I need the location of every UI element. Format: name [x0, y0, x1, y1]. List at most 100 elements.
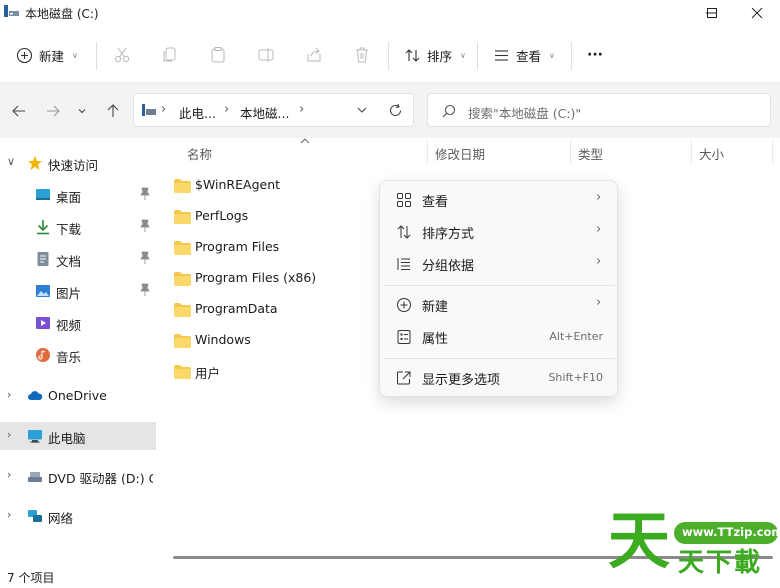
- menu-item-shortcut: Alt+Enter: [549, 330, 603, 343]
- column-header-name[interactable]: 名称: [187, 144, 212, 163]
- sort-label: 排序: [427, 48, 453, 64]
- plus-circle-icon: [397, 298, 411, 312]
- sidebar-item-label: OneDrive: [48, 388, 107, 403]
- pin-icon: [140, 283, 150, 296]
- chevron-right-icon: ›: [7, 388, 12, 401]
- refresh-button[interactable]: [388, 103, 404, 119]
- sidebar-item-desktop[interactable]: 桌面: [0, 181, 156, 209]
- view-button[interactable]: 查看 ∨: [493, 40, 555, 70]
- share-icon: [307, 47, 321, 62]
- cut-button[interactable]: [112, 45, 132, 65]
- sidebar-item-this-pc[interactable]: › 此电脑: [0, 422, 156, 450]
- dvd-icon: [28, 472, 42, 482]
- paste-button[interactable]: [208, 45, 228, 65]
- close-button[interactable]: [734, 0, 780, 26]
- up-button[interactable]: [102, 100, 124, 122]
- search-box[interactable]: 搜索"本地磁盘 (C:)": [427, 93, 771, 127]
- sidebar-item-pictures[interactable]: 图片: [0, 277, 156, 305]
- rename-button[interactable]: [256, 45, 276, 65]
- menu-item-group-by[interactable]: 分组依据 ›: [384, 249, 615, 279]
- music-icon: [36, 348, 50, 362]
- chevron-right-icon: ›: [224, 102, 230, 117]
- sidebar-item-downloads[interactable]: 下载: [0, 213, 156, 241]
- properties-icon: [397, 330, 411, 344]
- menu-item-properties[interactable]: 属性 Alt+Enter: [384, 322, 615, 352]
- arrow-up-icon: [107, 104, 119, 117]
- navigation-bar: › 此电... › 本地磁... › 搜索"本地磁盘 (C:)": [0, 82, 780, 138]
- breadcrumb-this-pc[interactable]: 此电...: [179, 103, 216, 122]
- sidebar-item-videos[interactable]: 视频: [0, 309, 156, 337]
- recent-locations-button[interactable]: [72, 100, 92, 122]
- sidebar-item-label: 桌面: [56, 190, 82, 205]
- column-divider[interactable]: [691, 140, 692, 164]
- menu-item-view[interactable]: 查看 ›: [384, 185, 615, 215]
- sidebar-item-documents[interactable]: 文档: [0, 245, 156, 273]
- sidebar-item-quick-access[interactable]: ∨ 快速访问: [0, 149, 156, 177]
- document-icon: [37, 252, 49, 266]
- file-name: $WinREAgent: [195, 177, 281, 192]
- more-options-icon: [397, 371, 411, 385]
- new-label: 新建: [39, 48, 65, 64]
- trash-icon: [356, 47, 368, 63]
- sidebar-item-label: 视频: [56, 318, 82, 333]
- share-button[interactable]: [304, 45, 324, 65]
- menu-item-show-more-options[interactable]: 显示更多选项 Shift+F10: [384, 363, 615, 393]
- menu-item-sort-by[interactable]: 排序方式 ›: [384, 217, 615, 247]
- more-button[interactable]: ···: [587, 40, 603, 70]
- chevron-right-icon: ›: [596, 295, 602, 310]
- address-bar[interactable]: › 此电... › 本地磁... ›: [133, 93, 414, 127]
- file-name: Program Files (x86): [195, 270, 317, 285]
- column-divider[interactable]: [772, 140, 773, 164]
- file-name: ProgramData: [195, 301, 278, 316]
- context-menu: 查看 › 排序方式 › 分组依据 › 新建 › 属性 Alt+Enter 显示更…: [379, 180, 618, 397]
- folder-icon: [174, 179, 191, 193]
- sidebar-item-network[interactable]: › 网络: [0, 502, 156, 530]
- chevron-right-icon: ›: [7, 468, 12, 481]
- maximize-button[interactable]: [689, 0, 735, 26]
- menu-item-label: 属性: [422, 332, 449, 347]
- delete-button[interactable]: [352, 45, 372, 65]
- sidebar-item-dvd-drive[interactable]: › DVD 驱动器 (D:) CP: [0, 462, 156, 490]
- toolbar-divider: [388, 42, 389, 70]
- column-header-type[interactable]: 类型: [578, 144, 603, 163]
- video-icon: [36, 317, 50, 329]
- address-dropdown-button[interactable]: [356, 104, 370, 118]
- menu-item-label: 新建: [422, 300, 449, 315]
- maximize-icon: [707, 8, 717, 18]
- forward-button[interactable]: [42, 100, 64, 122]
- download-icon: [37, 220, 49, 235]
- network-icon: [28, 510, 42, 522]
- watermark-url: www.TTzip.com: [682, 525, 780, 539]
- sidebar-item-label: DVD 驱动器 (D:) CP: [48, 471, 153, 486]
- new-button[interactable]: 新建 ∨: [16, 40, 78, 70]
- watermark-text: 天下載: [678, 548, 763, 578]
- more-icon: ···: [587, 47, 603, 63]
- menu-item-label: 排序方式: [422, 227, 475, 242]
- column-divider[interactable]: [427, 140, 428, 164]
- file-name: 用户: [195, 366, 221, 381]
- sort-button[interactable]: 排序 ∨: [404, 40, 466, 70]
- rename-icon: [258, 48, 274, 62]
- column-header-modified[interactable]: 修改日期: [435, 144, 485, 163]
- desktop-icon: [36, 189, 50, 200]
- sidebar-item-label: 网络: [48, 511, 74, 526]
- column-divider[interactable]: [570, 140, 571, 164]
- menu-item-new[interactable]: 新建 ›: [384, 290, 615, 320]
- column-header-size[interactable]: 大小: [699, 144, 724, 163]
- copy-button[interactable]: [160, 45, 180, 65]
- chevron-down-icon: ∨: [72, 50, 78, 60]
- breadcrumb-local-disk[interactable]: 本地磁...: [240, 103, 289, 122]
- sort-icon: [397, 225, 411, 239]
- back-button[interactable]: [8, 100, 30, 122]
- cloud-icon: [28, 391, 43, 400]
- file-name: Windows: [195, 332, 251, 347]
- chevron-right-icon: ›: [596, 254, 602, 269]
- sidebar-item-label: 快速访问: [48, 158, 99, 173]
- command-bar: 新建 ∨ 排序 ∨ 查看 ∨ ···: [0, 30, 780, 82]
- sort-ascending-icon: [300, 138, 310, 144]
- chevron-right-icon: ›: [299, 102, 305, 117]
- watermark: 天 www.TTzip.com 天下載: [604, 508, 780, 588]
- menu-item-shortcut: Shift+F10: [548, 371, 603, 384]
- sidebar-item-music[interactable]: 音乐: [0, 341, 156, 369]
- sidebar-item-onedrive[interactable]: › OneDrive: [0, 382, 156, 410]
